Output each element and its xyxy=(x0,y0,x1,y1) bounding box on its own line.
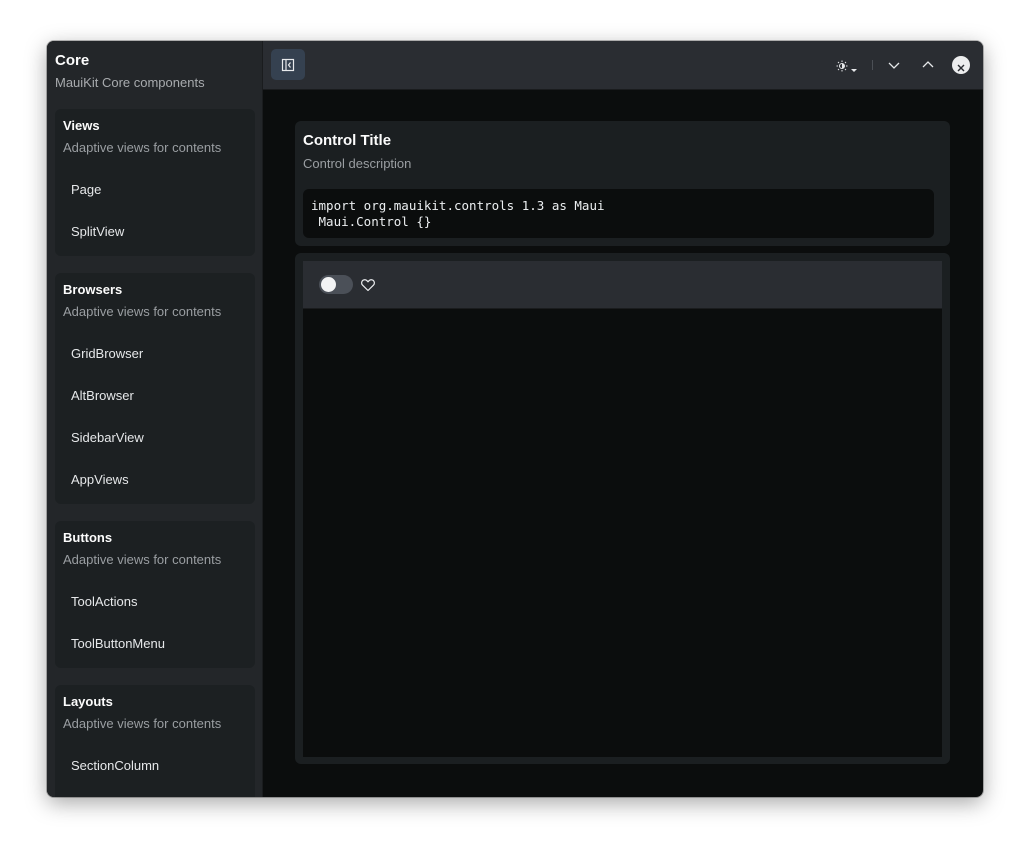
section-title: Buttons xyxy=(63,530,113,545)
section-subtitle: Adaptive views for contents xyxy=(63,304,222,319)
sidebar-item-gridbrowser[interactable]: GridBrowser xyxy=(55,336,255,372)
toggle-switch[interactable] xyxy=(319,275,353,294)
header-separator xyxy=(872,60,873,70)
sidebar-item-sidebarview[interactable]: SidebarView xyxy=(55,420,255,456)
switch-knob xyxy=(321,277,336,292)
maximize-button[interactable] xyxy=(917,54,939,76)
sidebar-toggle-button[interactable] xyxy=(271,49,305,80)
section-title: Browsers xyxy=(63,282,123,297)
sidebar-item-altbrowser[interactable]: AltBrowser xyxy=(55,378,255,414)
sidebar-subtitle: MauiKit Core components xyxy=(55,75,205,90)
demo-content-area xyxy=(303,309,942,757)
caret-down-icon xyxy=(850,61,858,72)
section-subtitle: Adaptive views for contents xyxy=(63,140,222,155)
section-title: Layouts xyxy=(63,694,113,709)
section-layouts: Layouts Adaptive views for contents Sect… xyxy=(55,685,255,797)
minimize-icon xyxy=(887,58,901,72)
sidebar-item-page[interactable]: Page xyxy=(55,172,255,208)
minimize-button[interactable] xyxy=(883,54,905,76)
sidebar-item-toolactions[interactable]: ToolActions xyxy=(55,584,255,620)
control-info-card: Control Title Control description import… xyxy=(295,121,950,246)
close-icon xyxy=(956,60,966,72)
sidebar-item-sectioncolumn[interactable]: SectionColumn xyxy=(55,748,255,784)
section-buttons: Buttons Adaptive views for contents Tool… xyxy=(55,521,255,668)
sidebar-collapse-icon xyxy=(281,58,295,72)
section-subtitle: Adaptive views for contents xyxy=(63,716,222,731)
sidebar-item-splitview[interactable]: SplitView xyxy=(55,214,255,250)
close-button[interactable] xyxy=(952,56,970,74)
demo-card xyxy=(295,253,950,764)
style-menu-button[interactable] xyxy=(833,56,861,74)
control-description: Control description xyxy=(303,156,412,171)
control-title: Control Title xyxy=(303,132,392,149)
section-title: Views xyxy=(63,118,100,133)
demo-toolbar xyxy=(303,261,942,309)
sidebar-item-appviews[interactable]: AppViews xyxy=(55,462,255,498)
section-views: Views Adaptive views for contents Page S… xyxy=(55,109,255,256)
brightness-icon xyxy=(836,59,848,72)
sidebar-header: Core MauiKit Core components xyxy=(55,51,255,92)
sidebar: Core MauiKit Core components Views Adapt… xyxy=(47,41,263,797)
app-window: Core MauiKit Core components Views Adapt… xyxy=(47,41,983,797)
maximize-icon xyxy=(921,58,935,72)
header-bar xyxy=(263,41,983,90)
heart-icon[interactable] xyxy=(360,277,376,293)
section-subtitle: Adaptive views for contents xyxy=(63,552,222,567)
sidebar-title: Core xyxy=(55,52,90,69)
section-browsers: Browsers Adaptive views for contents Gri… xyxy=(55,273,255,504)
code-snippet: import org.mauikit.controls 1.3 as Maui … xyxy=(303,189,934,238)
sidebar-item-toolbuttonmenu[interactable]: ToolButtonMenu xyxy=(55,626,255,662)
